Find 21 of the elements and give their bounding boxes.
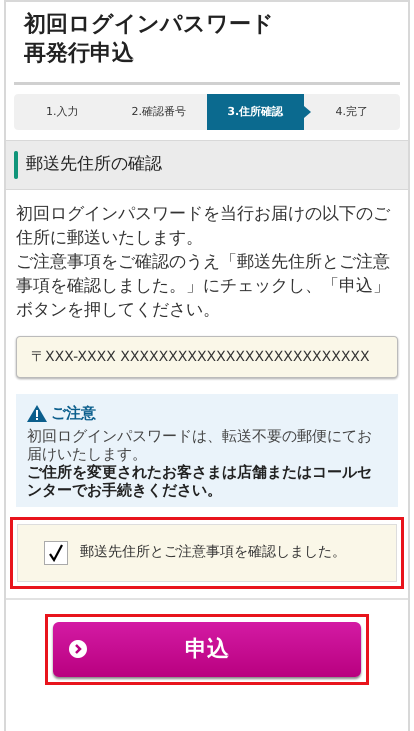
submit-button[interactable]: 申込 (53, 622, 361, 676)
notice-emphasis: ご住所を変更されたお客さまは店舗またはコールセンターでお手続きください。 (27, 462, 373, 498)
instruction-text: 初回ログインパスワードを当行お届けの以下のご住所に郵送いたします。 (16, 203, 392, 250)
instruction-text: ご注意事項をご確認のうえ「郵送先住所とご注意事項を確認しました。」にチェックし、「申込」ボタンを押してください。 (16, 251, 391, 322)
confirm-checkbox-row[interactable]: 郵送先住所とご注意事項を確認しました。 (17, 524, 397, 582)
step-label: 2.確認番号 (132, 104, 186, 120)
checkbox[interactable] (44, 540, 68, 564)
step-arrow-icon (304, 106, 310, 118)
notice-heading: ご注意 (51, 403, 96, 424)
checkmark-icon (48, 544, 64, 562)
section-title: 郵送先住所の確認 (26, 153, 162, 176)
notice-text: 初回ログインパスワードは、転送不要の郵便にてお届けいたします。 (27, 426, 373, 462)
page-title: 再発行申込 (24, 40, 135, 68)
step-label: 1.入力 (46, 104, 78, 120)
accent-bar-icon (14, 151, 18, 179)
address-text: 〒XXX-XXXX XXXXXXXXXXXXXXXXXXXXXXXXXX (31, 348, 371, 367)
checkbox-label: 郵送先住所とご注意事項を確認しました。 (80, 543, 346, 562)
step-label: 4.完了 (336, 104, 368, 120)
page-title: 初回ログインパスワード (24, 11, 275, 39)
chevron-circle-icon (69, 640, 87, 658)
warning-icon (27, 404, 47, 422)
